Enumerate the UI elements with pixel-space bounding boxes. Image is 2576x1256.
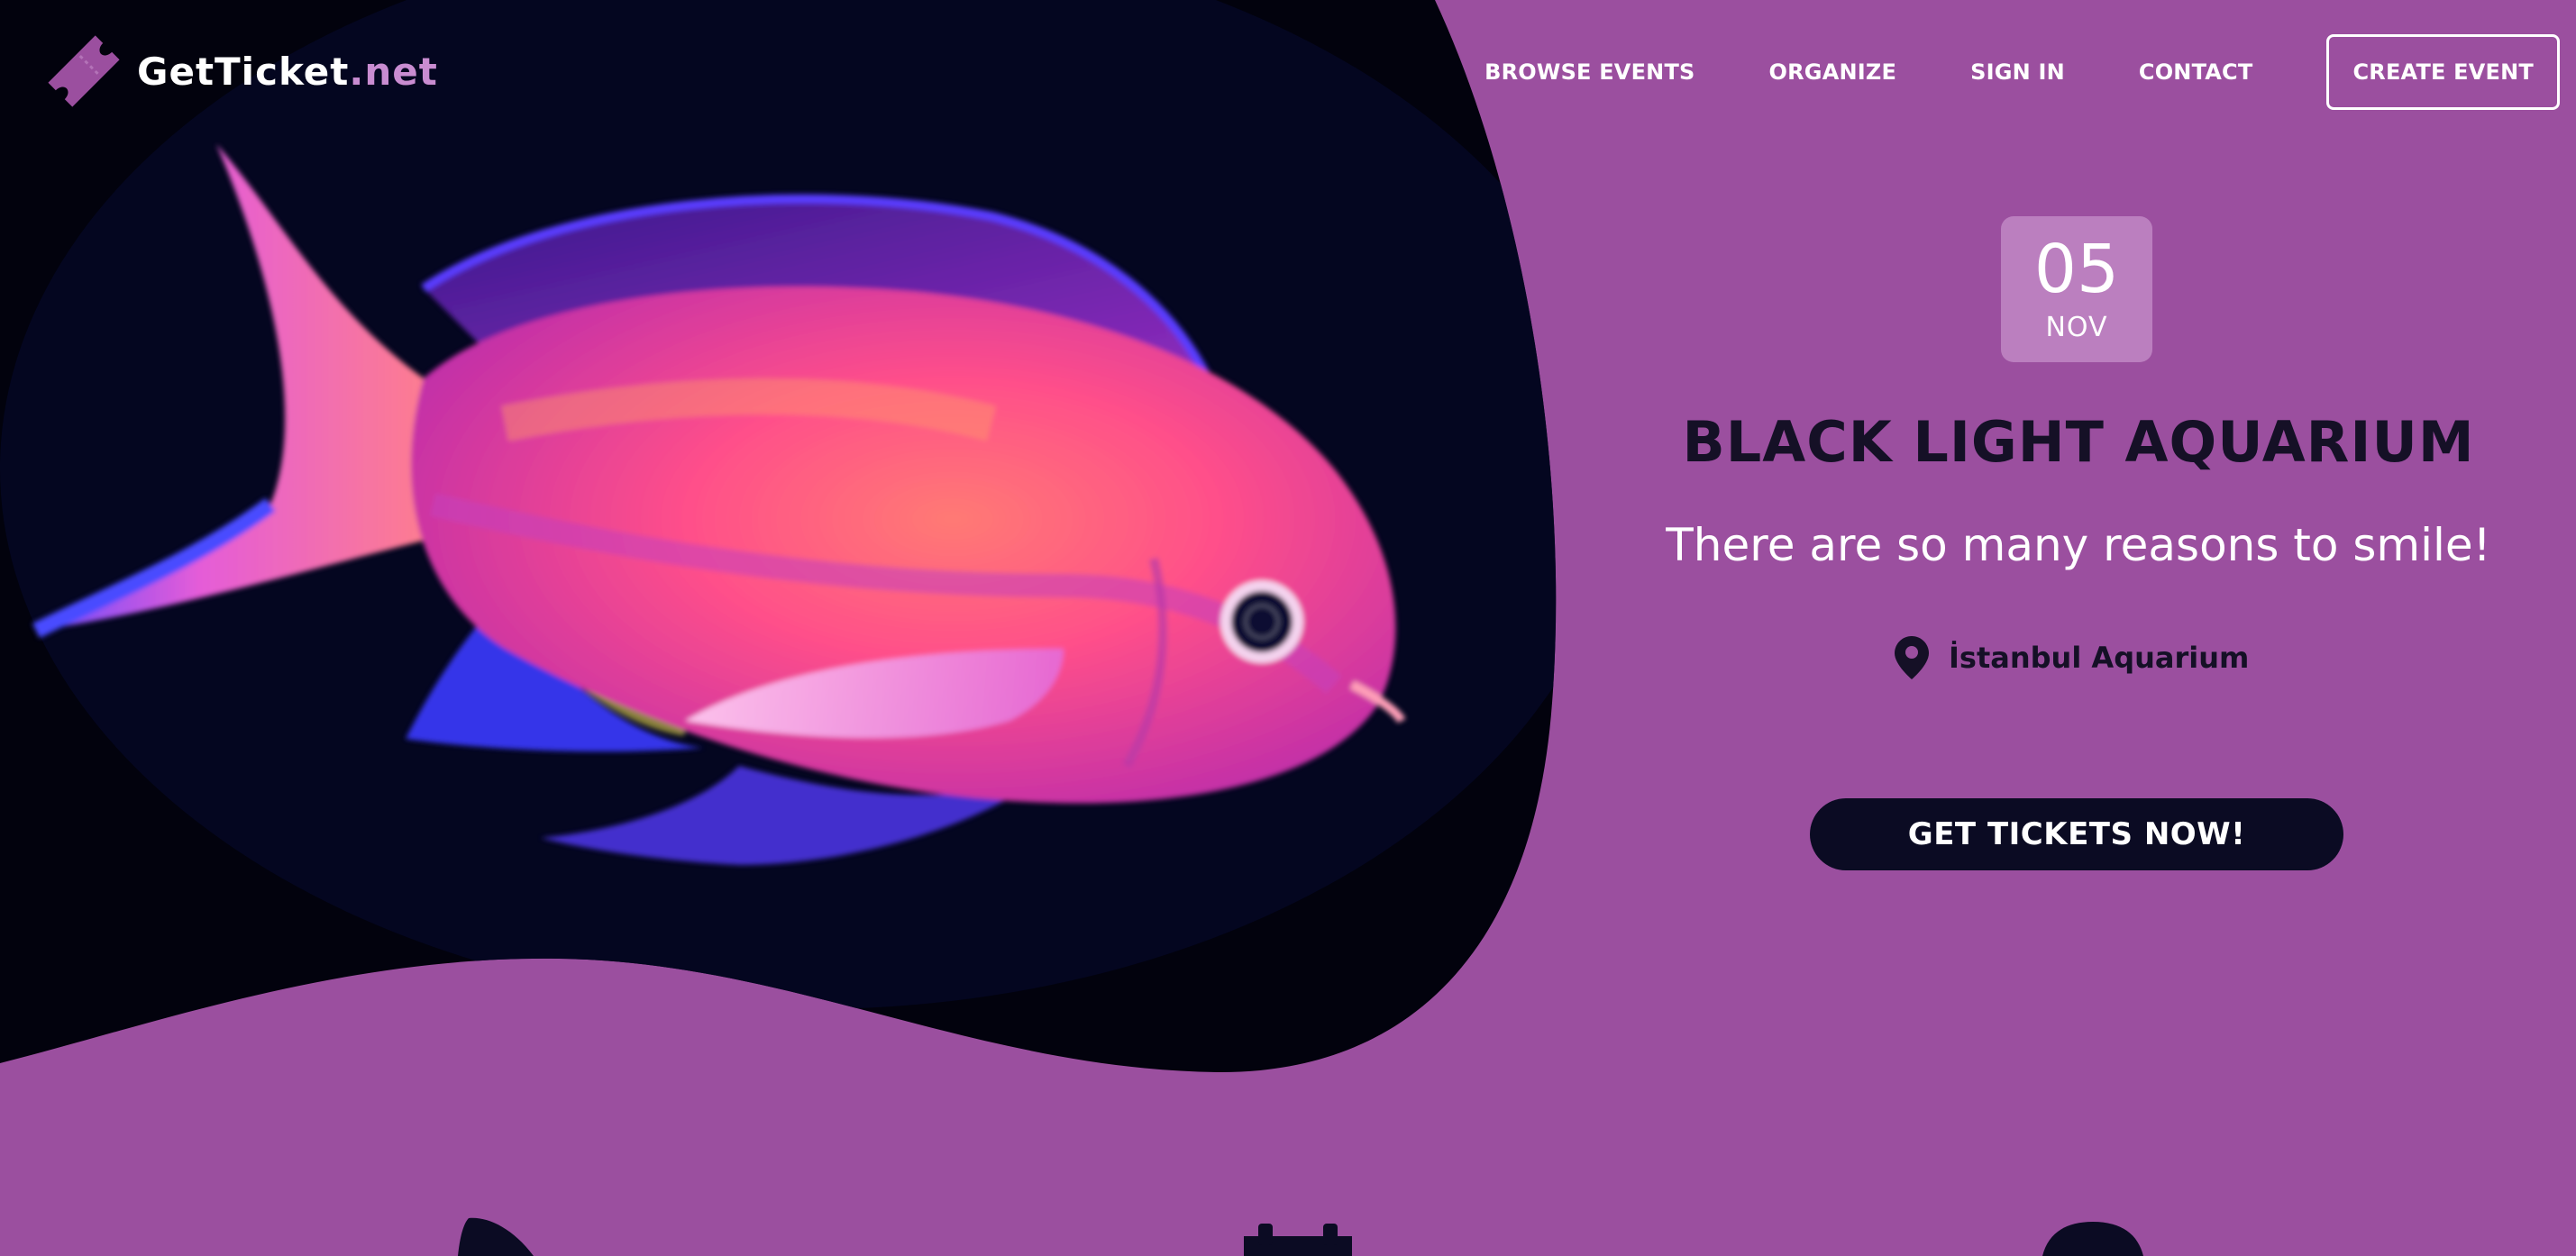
main-nav: BROWSE EVENTS ORGANIZE SIGN IN CONTACT C… <box>1411 34 2560 110</box>
nav-organize[interactable]: ORGANIZE <box>1769 59 1897 85</box>
event-tagline: There are so many reasons to smile! <box>1666 519 2491 571</box>
location-name: İstanbul Aquarium <box>1949 641 2250 675</box>
nav-contact[interactable]: CONTACT <box>2139 59 2253 85</box>
event-day: 05 <box>2033 231 2120 308</box>
site-logo[interactable]: GetTicket.net <box>41 29 438 114</box>
hero-image <box>0 0 1557 1073</box>
event-month: NOV <box>2045 312 2108 343</box>
shark-fin-icon <box>458 1217 534 1256</box>
event-location[interactable]: İstanbul Aquarium <box>1895 636 2249 679</box>
event-title: BLACK LIGHT AQUARIUM <box>1682 409 2475 475</box>
map-pin-icon <box>1895 636 1929 679</box>
event-date-badge: 05 NOV <box>2001 216 2152 362</box>
ticket-icon <box>48 35 120 107</box>
feature-icons-row <box>458 1217 2143 1256</box>
brand-name: GetTicket <box>137 49 350 94</box>
logo-text: GetTicket.net <box>137 50 438 94</box>
nav-sign-in[interactable]: SIGN IN <box>1970 59 2065 85</box>
create-event-button[interactable]: CREATE EVENT <box>2326 34 2560 110</box>
brand-tld: .net <box>349 49 438 94</box>
calendar-icon <box>1244 1224 1352 1256</box>
circle-icon <box>2042 1222 2143 1256</box>
get-tickets-button[interactable]: GET TICKETS NOW! <box>1810 798 2343 870</box>
nav-browse-events[interactable]: BROWSE EVENTS <box>1484 59 1694 85</box>
